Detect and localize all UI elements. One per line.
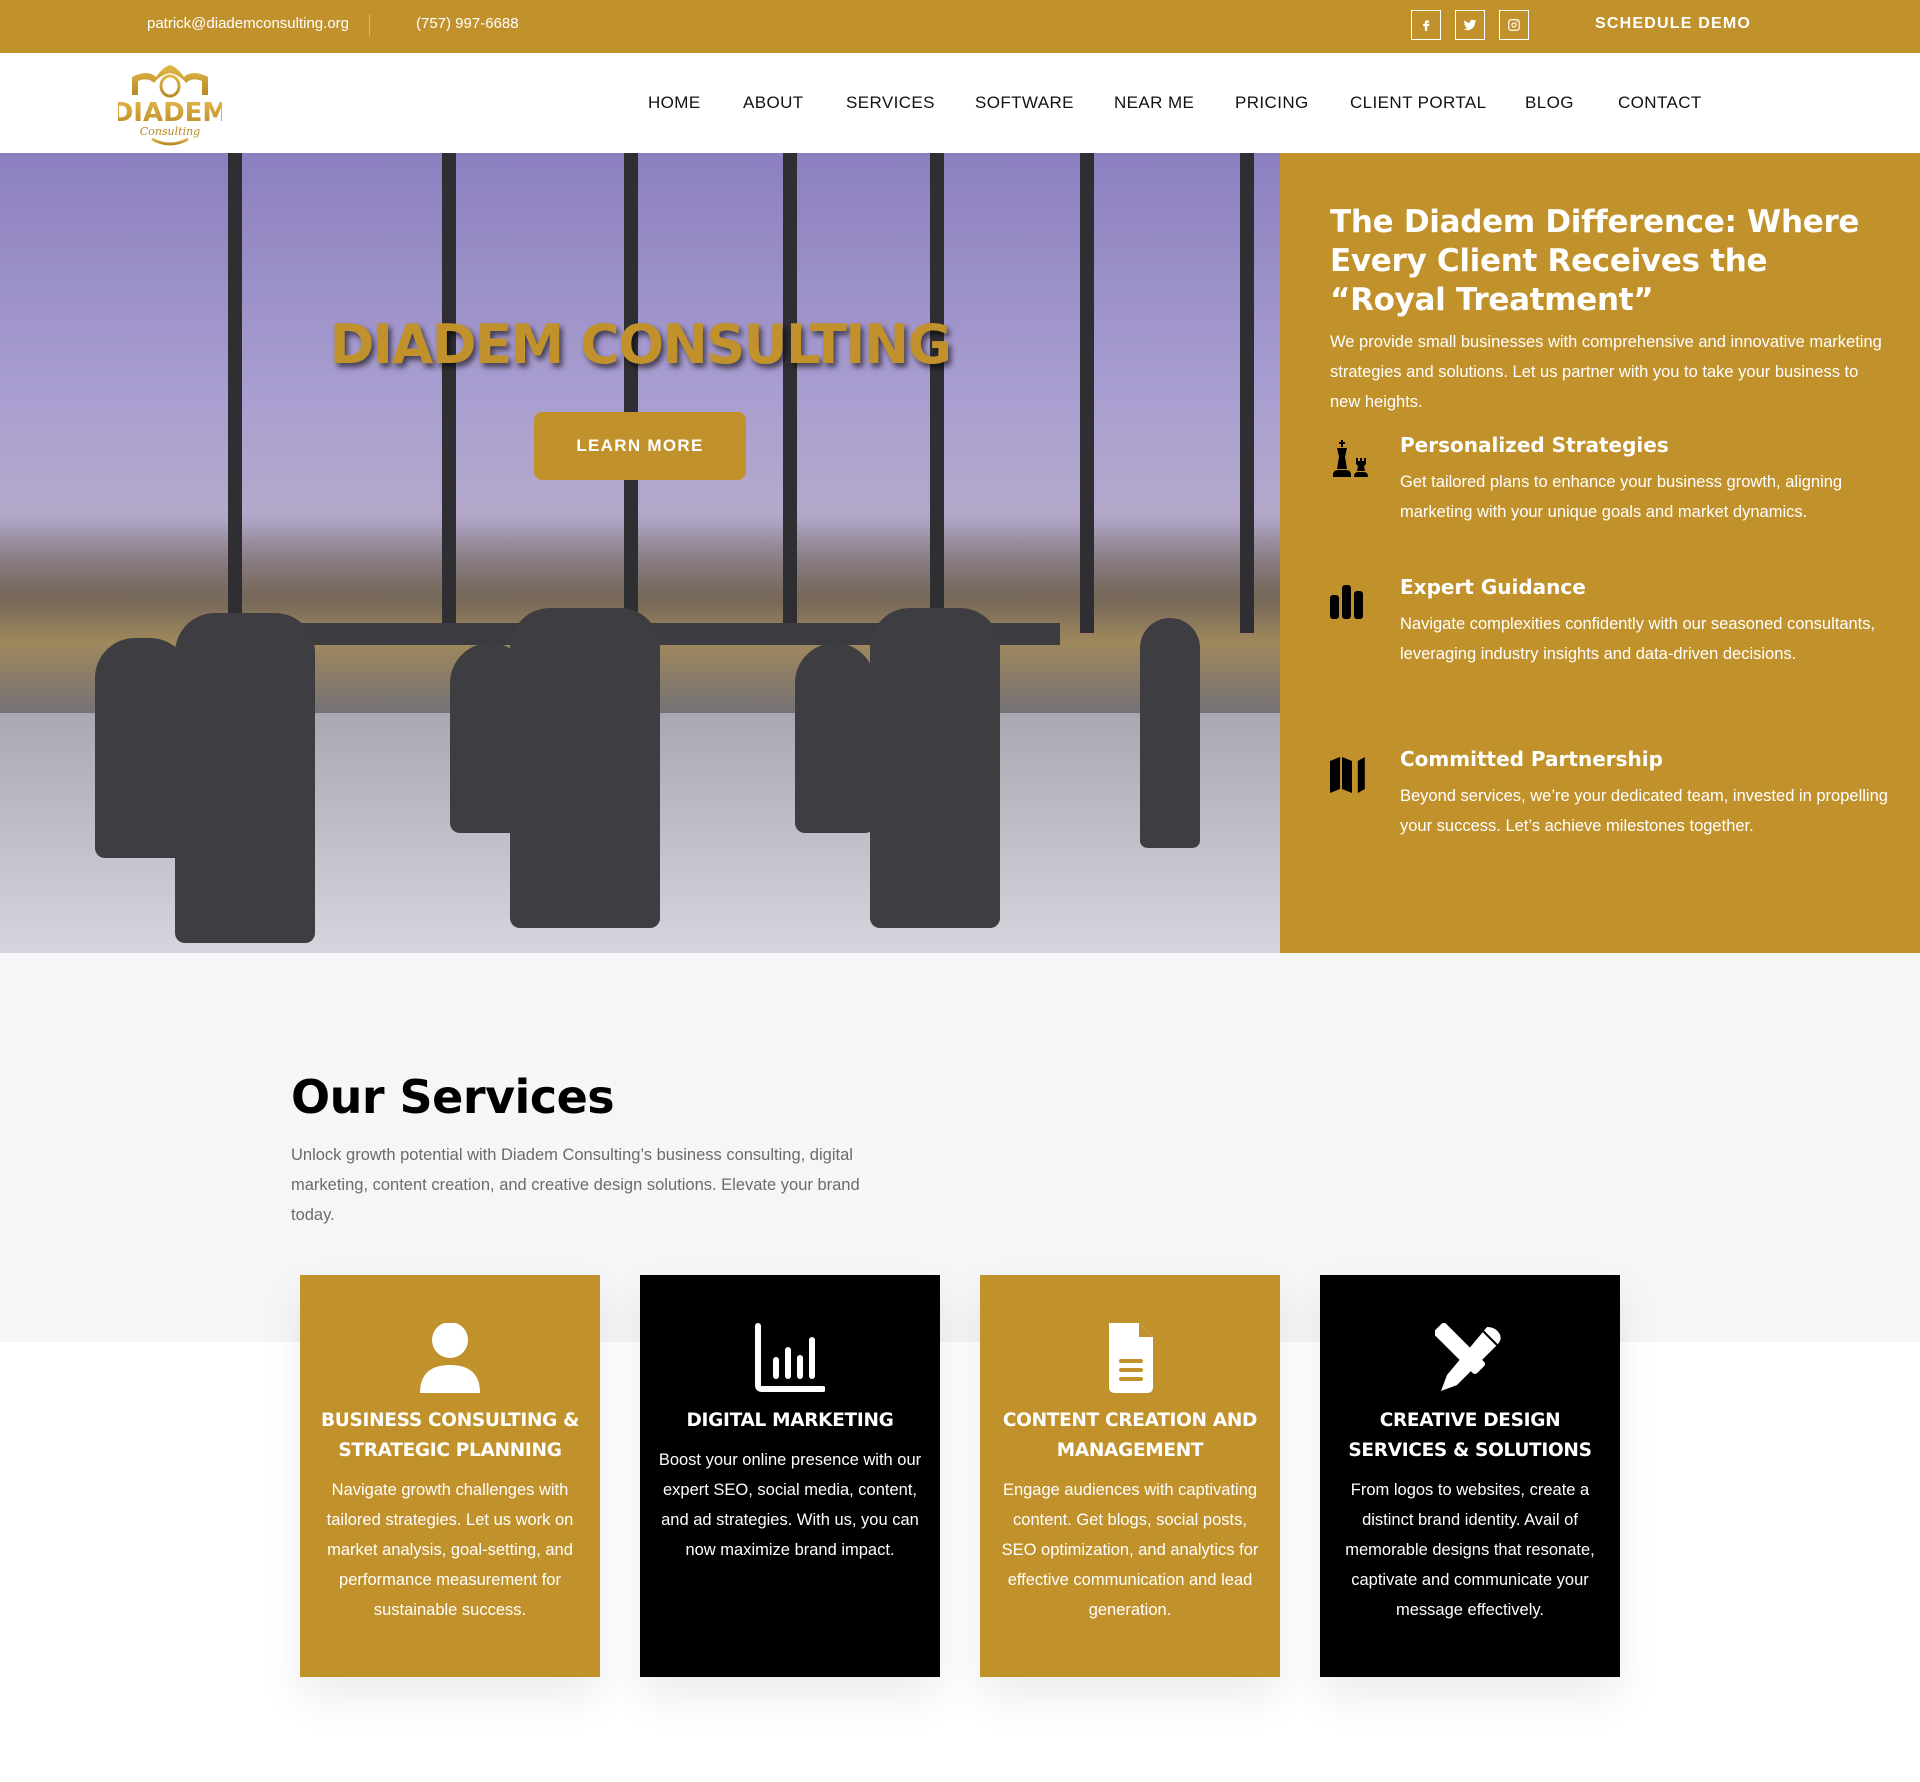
feature-title: Expert Guidance <box>1400 575 1586 599</box>
service-card-business-consulting[interactable]: BUSINESS CONSULTING & STRATEGIC PLANNING… <box>300 1275 600 1677</box>
window-frame <box>1080 153 1094 633</box>
nav-contact[interactable]: CONTACT <box>1618 93 1702 113</box>
service-card-title: CONTENT CREATION AND MANAGEMENT <box>1002 1410 1258 1461</box>
window-frame <box>442 153 456 633</box>
service-card-text: Boost your online presence with our expe… <box>658 1451 922 1559</box>
instagram-icon <box>1508 19 1520 31</box>
service-card-content-creation[interactable]: CONTENT CREATION AND MANAGEMENT Engage a… <box>980 1275 1280 1677</box>
service-card-text: Navigate growth challenges with tailored… <box>326 1481 574 1619</box>
services-section-background <box>0 953 1920 1342</box>
feature-title: Committed Partnership <box>1400 747 1663 771</box>
feature-title: Personalized Strategies <box>1400 433 1669 457</box>
service-card-digital-marketing[interactable]: DIGITAL MARKETING Boost your online pres… <box>640 1275 940 1677</box>
nav-about[interactable]: ABOUT <box>743 93 804 113</box>
service-card-title: CREATIVE DESIGN SERVICES & SOLUTIONS <box>1348 1410 1592 1461</box>
chair-image <box>175 613 315 943</box>
chess-icon <box>1333 440 1368 477</box>
window-frame <box>624 153 638 633</box>
window-frame <box>783 153 797 633</box>
contact-phone-link[interactable]: (757) 997-6688 <box>416 15 519 32</box>
main-navbar: DIADEM Consulting HOME ABOUT SERVICES SO… <box>0 53 1920 153</box>
crown-logo-icon: DIADEM Consulting <box>112 65 228 146</box>
nav-client-portal[interactable]: CLIENT PORTAL <box>1350 93 1487 113</box>
pencil-ruler-icon <box>1435 1323 1501 1391</box>
nav-home[interactable]: HOME <box>648 93 701 113</box>
top-bar: patrick@diademconsulting.org (757) 997-6… <box>0 0 1920 53</box>
instagram-button[interactable] <box>1499 10 1529 40</box>
document-icon <box>1109 1323 1153 1393</box>
service-card-creative-design[interactable]: CREATIVE DESIGN SERVICES & SOLUTIONS Fro… <box>1320 1275 1620 1677</box>
map-icon <box>1330 757 1365 793</box>
window-frame <box>228 153 242 633</box>
schedule-demo-button[interactable]: SCHEDULE DEMO <box>1595 15 1751 33</box>
chair-image <box>870 608 1000 928</box>
bar-chart-icon <box>1330 585 1363 619</box>
user-icon <box>420 1323 480 1393</box>
diadem-logo[interactable]: DIADEM Consulting <box>112 63 228 147</box>
facebook-button[interactable] <box>1411 10 1441 40</box>
chair-image <box>510 608 660 928</box>
hero-title: DIADEM CONSULTING <box>329 313 952 376</box>
chair-image <box>1140 618 1200 848</box>
service-card-title: BUSINESS CONSULTING & STRATEGIC PLANNING <box>320 1410 579 1461</box>
nav-blog[interactable]: BLOG <box>1525 93 1574 113</box>
learn-more-button[interactable]: LEARN MORE <box>534 412 746 480</box>
topbar-divider <box>369 14 370 36</box>
twitter-icon <box>1463 19 1477 31</box>
facebook-icon <box>1423 20 1430 31</box>
contact-email-link[interactable]: patrick@diademconsulting.org <box>147 15 349 32</box>
twitter-button[interactable] <box>1455 10 1485 40</box>
chart-line-icon <box>755 1323 825 1392</box>
diadem-difference-panel: The Diadem Difference: Where Every Clien… <box>1280 153 1920 953</box>
nav-pricing[interactable]: PRICING <box>1235 93 1309 113</box>
difference-intro: We provide small businesses with compreh… <box>1330 333 1882 411</box>
service-card-title: DIGITAL MARKETING <box>686 1410 894 1431</box>
feature-text: Beyond services, we’re your dedicated te… <box>1400 787 1888 835</box>
nav-software[interactable]: SOFTWARE <box>975 93 1074 113</box>
services-subtitle: Unlock growth potential with Diadem Cons… <box>291 1146 860 1224</box>
feature-text: Navigate complexities confidently with o… <box>1400 615 1876 663</box>
nav-services[interactable]: SERVICES <box>846 93 935 113</box>
services-heading: Our Services <box>291 1070 615 1124</box>
svg-text:Consulting: Consulting <box>140 125 200 138</box>
chair-image <box>795 643 875 833</box>
nav-near-me[interactable]: NEAR ME <box>1114 93 1194 113</box>
window-frame <box>930 153 944 633</box>
hero-banner: DIADEM CONSULTING LEARN MORE <box>0 153 1280 953</box>
window-frame <box>1240 153 1254 633</box>
feature-text: Get tailored plans to enhance your busin… <box>1400 473 1843 521</box>
difference-heading: The Diadem Difference: Where Every Clien… <box>1330 204 1860 318</box>
service-card-text: From logos to websites, create a distinc… <box>1345 1481 1595 1619</box>
service-card-text: Engage audiences with captivating conten… <box>1001 1481 1259 1619</box>
svg-text:DIADEM: DIADEM <box>118 98 222 128</box>
